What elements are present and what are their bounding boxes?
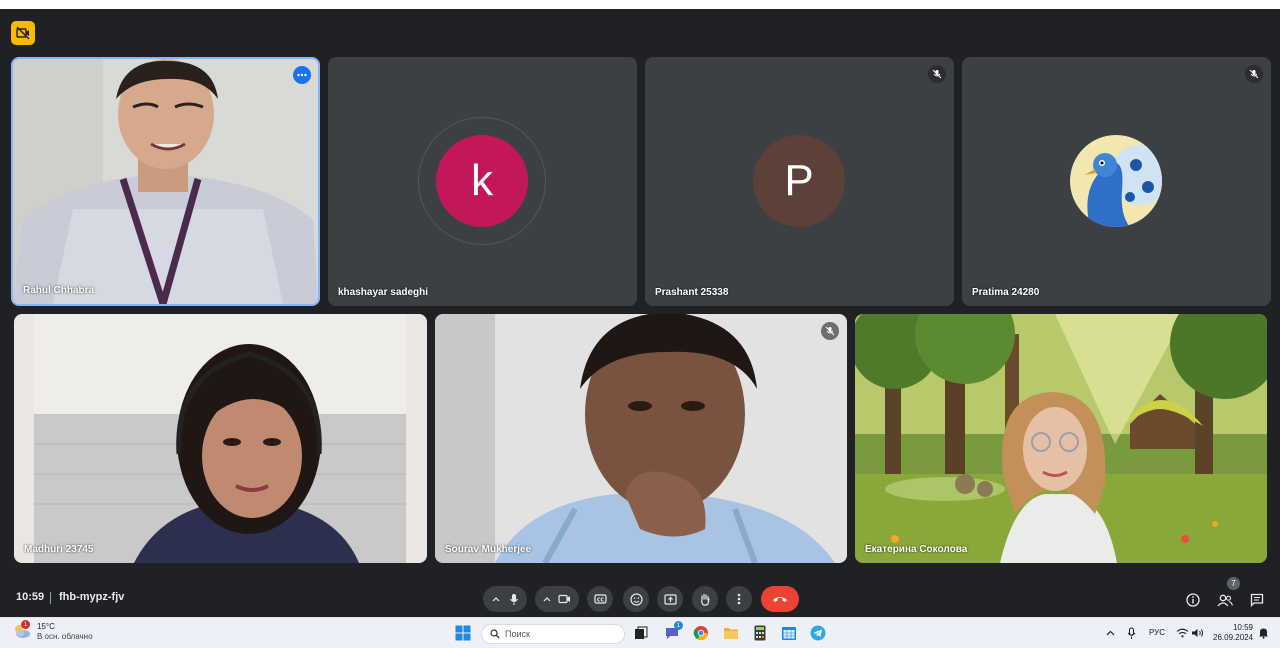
system-time: 10:59 xyxy=(1232,623,1253,632)
meeting-details-button[interactable] xyxy=(1182,589,1204,611)
participant-tile-ekaterina[interactable]: Екатерина Соколова xyxy=(855,314,1267,563)
system-date: 26.09.2024 xyxy=(1213,633,1254,642)
smiley-icon xyxy=(629,592,643,606)
participant-video xyxy=(435,314,847,563)
mic-icon[interactable] xyxy=(509,593,519,606)
microphone-control[interactable] xyxy=(483,586,527,612)
participant-video xyxy=(14,314,427,563)
screen: Rahul Chhabra k khashayar sadeghi P Pras… xyxy=(0,0,1280,648)
camera-off-badge-icon[interactable] xyxy=(11,21,35,45)
people-icon xyxy=(1217,594,1233,606)
file-explorer-icon[interactable] xyxy=(722,624,740,642)
weather-description: В осн. облачно xyxy=(37,632,93,641)
participant-tile-madhuri[interactable]: Madhuri 23745 xyxy=(14,314,427,563)
avatar-initial: k xyxy=(471,156,493,205)
weather-alert-badge: 1 xyxy=(21,620,30,629)
avatar-initial: P xyxy=(784,156,814,205)
present-screen-button[interactable] xyxy=(657,586,683,612)
calendar-app-icon[interactable] xyxy=(780,624,798,642)
camera-control[interactable] xyxy=(535,586,579,612)
more-vertical-icon xyxy=(737,593,741,605)
weather-widget[interactable]: 1 15°C В осн. облачно xyxy=(12,620,93,642)
participant-tile-khashayar[interactable]: k khashayar sadeghi xyxy=(328,57,637,306)
participant-video xyxy=(13,59,318,304)
volume-icon[interactable] xyxy=(1188,624,1206,642)
participant-tile-rahul[interactable]: Rahul Chhabra xyxy=(11,57,320,306)
telegram-icon[interactable] xyxy=(809,624,827,642)
notification-bell-icon[interactable] xyxy=(1254,624,1272,642)
window-top-strip xyxy=(0,0,1280,9)
chat-button[interactable] xyxy=(1246,589,1268,611)
people-button[interactable] xyxy=(1214,589,1236,611)
windows-start-icon[interactable] xyxy=(454,624,472,642)
participant-name: Madhuri 23745 xyxy=(24,544,94,555)
mic-off-icon xyxy=(928,65,946,83)
more-options-icon[interactable] xyxy=(293,66,311,84)
divider xyxy=(50,592,51,604)
phone-hangup-icon xyxy=(773,597,787,602)
more-options-button[interactable] xyxy=(726,586,752,612)
participant-tile-sourav[interactable]: Sourav Mukherjee xyxy=(435,314,847,563)
emoji-reactions-button[interactable] xyxy=(623,586,649,612)
info-icon xyxy=(1186,593,1200,607)
participant-name: khashayar sadeghi xyxy=(338,287,429,298)
mic-off-icon xyxy=(821,322,839,340)
calculator-icon[interactable] xyxy=(751,624,769,642)
participant-avatar: P xyxy=(753,135,845,227)
windows-taskbar: 1 15°C В осн. облачно Поиск 1 РУС 10:59 … xyxy=(0,617,1280,648)
participant-name: Prashant 25338 xyxy=(655,287,729,298)
meeting-code: fhb-mypz-fjv xyxy=(59,591,125,603)
captions-icon: CC xyxy=(593,594,607,604)
participants-count-badge: 7 xyxy=(1227,577,1240,590)
taskbar-search[interactable]: Поиск xyxy=(481,624,625,644)
camera-icon[interactable] xyxy=(558,594,571,604)
search-icon xyxy=(490,629,500,639)
hand-icon xyxy=(701,593,710,606)
chat-notification-badge: 1 xyxy=(674,621,683,630)
task-view-icon[interactable] xyxy=(632,624,650,642)
chevron-up-icon[interactable] xyxy=(492,596,500,602)
search-placeholder: Поиск xyxy=(505,629,530,639)
microphone-tray-icon[interactable] xyxy=(1122,624,1140,642)
input-language[interactable]: РУС xyxy=(1149,628,1165,637)
weather-temperature: 15°C xyxy=(37,622,55,631)
participant-name: Екатерина Соколова xyxy=(865,544,968,555)
chevron-up-icon[interactable] xyxy=(543,596,551,602)
present-icon xyxy=(663,593,677,605)
participant-video xyxy=(855,314,1267,563)
captions-button[interactable]: CC xyxy=(587,586,613,612)
meeting-clock: 10:59 xyxy=(16,591,45,603)
mic-off-icon xyxy=(1245,65,1263,83)
meet-window: Rahul Chhabra k khashayar sadeghi P Pras… xyxy=(0,9,1280,617)
participant-name: Rahul Chhabra xyxy=(23,285,95,296)
chrome-icon[interactable] xyxy=(692,624,710,642)
end-call-button[interactable] xyxy=(761,586,799,612)
participant-name: Pratima 24280 xyxy=(972,287,1040,298)
svg-text:CC: CC xyxy=(596,597,604,603)
peacock-avatar-image xyxy=(1070,135,1162,227)
chevron-up-icon[interactable] xyxy=(1101,624,1119,642)
system-clock[interactable]: 10:59 26.09.2024 xyxy=(1213,623,1253,643)
participant-name: Sourav Mukherjee xyxy=(445,544,532,555)
participant-tile-prashant[interactable]: P Prashant 25338 xyxy=(645,57,954,306)
chat-icon xyxy=(1250,593,1264,607)
raise-hand-button[interactable] xyxy=(692,586,718,612)
participant-tile-pratima[interactable]: Pratima 24280 xyxy=(962,57,1271,306)
participant-avatar: k xyxy=(436,135,528,227)
chat-app-icon[interactable]: 1 xyxy=(663,621,683,642)
